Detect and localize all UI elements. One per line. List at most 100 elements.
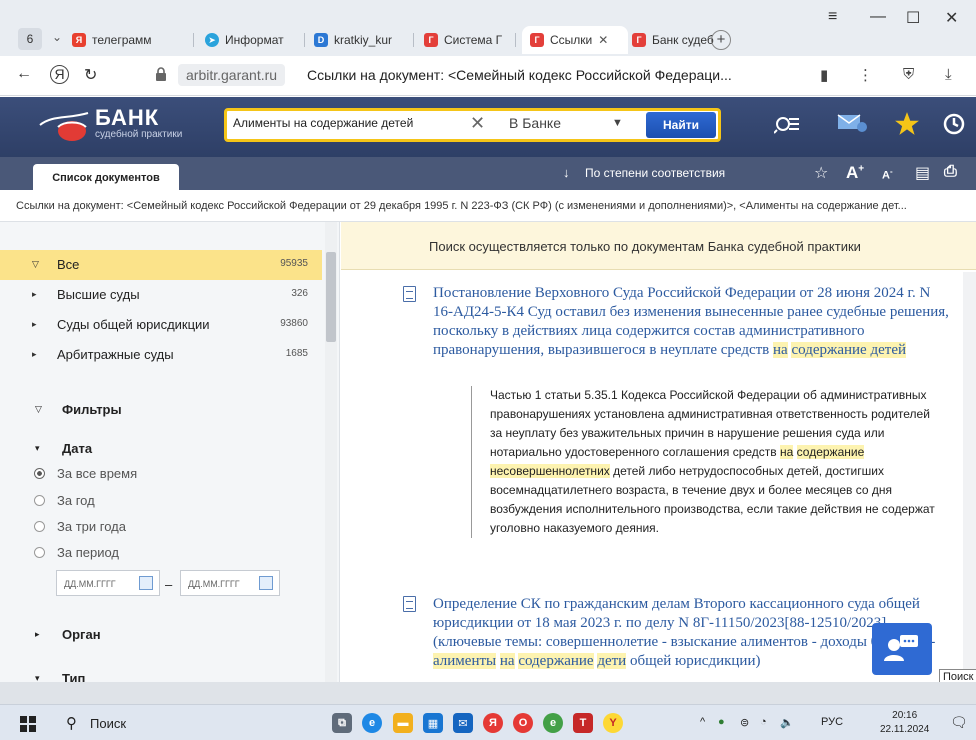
messages-icon[interactable]	[836, 111, 870, 137]
new-tab-button[interactable]: +	[711, 30, 731, 50]
date-option-year[interactable]: За год	[34, 493, 95, 508]
font-decrease-icon[interactable]: A-	[882, 167, 893, 182]
date-option-period[interactable]: За период	[34, 545, 119, 560]
sidebar-scroll-thumb[interactable]	[326, 252, 336, 342]
category-all[interactable]: ▽ Все 95935	[0, 250, 322, 280]
address-domain[interactable]: arbitr.garant.ru	[178, 64, 286, 86]
breadcrumb: Ссылки на документ: <Семейный кодекс Рос…	[0, 190, 976, 222]
chevron-down-icon: ▾	[35, 673, 40, 682]
browser-menu-icon[interactable]: ≡	[828, 8, 837, 26]
document-icon	[403, 596, 416, 612]
minimize-window-icon[interactable]: —	[870, 8, 886, 26]
chat-support-button[interactable]	[872, 623, 932, 675]
browser-tab[interactable]: Я телеграмм	[72, 26, 194, 54]
radio[interactable]	[34, 521, 45, 532]
date-option-three-years[interactable]: За три года	[34, 519, 126, 534]
history-icon[interactable]	[942, 111, 966, 137]
chevron-down-icon: ▽	[32, 259, 39, 269]
category-general-courts[interactable]: ▸ Суды общей юрисдикции 93860	[0, 310, 322, 340]
radio[interactable]	[34, 495, 45, 506]
browser-bottom-band	[0, 682, 976, 704]
input-language[interactable]: РУС	[821, 716, 843, 728]
yandex-browser-icon[interactable]: Я	[483, 713, 503, 733]
yandex-y-icon[interactable]: Y	[603, 713, 623, 733]
tray-app-icon[interactable]: ●	[718, 716, 725, 728]
downloads-icon[interactable]: ⤓	[945, 66, 952, 83]
tab-document-list[interactable]: Список документов	[33, 164, 179, 190]
protect-icon[interactable]: ⛨	[903, 66, 914, 83]
date-option-all-time[interactable]: За все время	[34, 466, 137, 481]
date-to-field[interactable]: ДД.ММ.ГГГГ	[180, 570, 280, 596]
sort-selector[interactable]: По степени соответствия	[585, 166, 725, 180]
result-title-link[interactable]: Постановление Верховного Суда Российской…	[433, 284, 953, 360]
store-icon[interactable]: ▦	[423, 713, 443, 733]
tray-volume-icon[interactable]: 🔈	[780, 716, 794, 729]
back-arrow-icon[interactable]: ←	[16, 65, 32, 83]
tray-network-icon[interactable]: ⊜	[740, 716, 749, 729]
garant-icon: Г	[424, 33, 438, 47]
radio-selected[interactable]	[34, 468, 45, 479]
opera-icon[interactable]: O	[513, 713, 533, 733]
calendar-icon[interactable]	[259, 576, 273, 590]
font-increase-icon[interactable]: A+	[846, 163, 864, 183]
radio[interactable]	[34, 547, 45, 558]
browser-tab[interactable]: D kratkiy_kur	[314, 26, 414, 54]
bank-logo-icon[interactable]	[38, 107, 90, 145]
search-input[interactable]	[233, 116, 463, 130]
app-t-icon[interactable]: T	[573, 713, 593, 733]
search-icon[interactable]: ⚲	[66, 714, 77, 732]
close-tab-icon[interactable]: ✕	[598, 33, 608, 47]
tab-counter[interactable]: 6	[18, 28, 42, 50]
clock[interactable]: 20:16 22.11.2024	[880, 709, 929, 737]
browser-tab-active[interactable]: Г Ссылки ✕	[522, 26, 628, 54]
favorites-star-icon[interactable]	[894, 111, 920, 137]
star-outline-icon[interactable]: ☆	[814, 163, 828, 183]
address-bar: ← Я ↻ arbitr.garant.ru Ссылки на докумен…	[0, 56, 976, 96]
browser-green-icon[interactable]: e	[543, 713, 563, 733]
category-arbitration-courts[interactable]: ▸ Арбитражные суды 1685	[0, 340, 322, 370]
document-icon	[403, 286, 416, 302]
sidebar-scrollbar[interactable]	[325, 222, 337, 682]
search-submit-button[interactable]: Найти	[646, 112, 716, 138]
search-scope-select[interactable]: В Банке	[509, 115, 561, 131]
telegram-icon: ➤	[205, 33, 219, 47]
chevron-right-icon: ▸	[35, 629, 40, 639]
mail-icon[interactable]: ✉	[453, 713, 473, 733]
filter-sidebar: ▽ Все 95935 ▸ Высшие суды 326 ▸ Суды общ…	[0, 222, 340, 682]
task-view-icon[interactable]: ⧉	[332, 713, 352, 733]
close-window-icon[interactable]: ✕	[945, 8, 958, 28]
yandex-home-icon[interactable]: Я	[50, 65, 69, 84]
category-higher-courts[interactable]: ▸ Высшие суды 326	[0, 280, 322, 310]
date-range-dash: –	[165, 577, 173, 592]
results-scrollbar[interactable]	[963, 272, 976, 682]
logo-title: БАНК	[95, 105, 160, 130]
yandex-icon: Я	[72, 33, 86, 47]
chevron-down-icon[interactable]: ▼	[612, 117, 623, 129]
calendar-icon[interactable]	[139, 576, 153, 590]
site-header: БАНК судебной практики ✕ В Банке ▼ Найти	[0, 97, 976, 157]
browser-tab[interactable]: ➤ Информат	[205, 26, 305, 54]
print-icon[interactable]: ⎙	[944, 163, 957, 181]
taskbar-search[interactable]: Поиск	[90, 716, 126, 731]
address-page-title[interactable]: Ссылки на документ: <Семейный кодекс Рос…	[307, 67, 732, 83]
reload-icon[interactable]: ↻	[84, 65, 97, 85]
windows-taskbar: ⚲ Поиск ⧉ e ▬ ▦ ✉ Я O e T Y ^ ● ⊜ ◔ 🔈 РУ…	[0, 704, 976, 740]
bookmark-icon[interactable]: ▮	[820, 66, 828, 84]
browser-tab[interactable]: Г Система Г	[424, 26, 516, 54]
maximize-window-icon[interactable]: ☐	[906, 8, 920, 28]
clear-search-icon[interactable]: ✕	[470, 113, 485, 134]
date-from-field[interactable]: ДД.ММ.ГГГГ	[56, 570, 160, 596]
sort-arrow-icon[interactable]: ↓	[563, 165, 570, 180]
tray-chevron-icon[interactable]: ^	[700, 716, 705, 728]
file-explorer-icon[interactable]: ▬	[393, 713, 413, 733]
edge-icon[interactable]: e	[362, 713, 382, 733]
tab-list-chevron-icon[interactable]: ⌄	[52, 30, 62, 44]
garant-icon: Г	[530, 33, 544, 47]
breadcrumb-text: Ссылки на документ: <Семейный кодекс Рос…	[16, 200, 907, 212]
windows-start-icon[interactable]	[20, 716, 36, 732]
tray-wifi-icon[interactable]: ◔	[760, 716, 767, 728]
notifications-icon[interactable]: 🗨	[950, 714, 968, 731]
save-icon[interactable]: ▤	[915, 163, 930, 183]
advanced-search-icon[interactable]	[774, 111, 800, 137]
more-menu-icon[interactable]: ⋮	[858, 66, 873, 84]
